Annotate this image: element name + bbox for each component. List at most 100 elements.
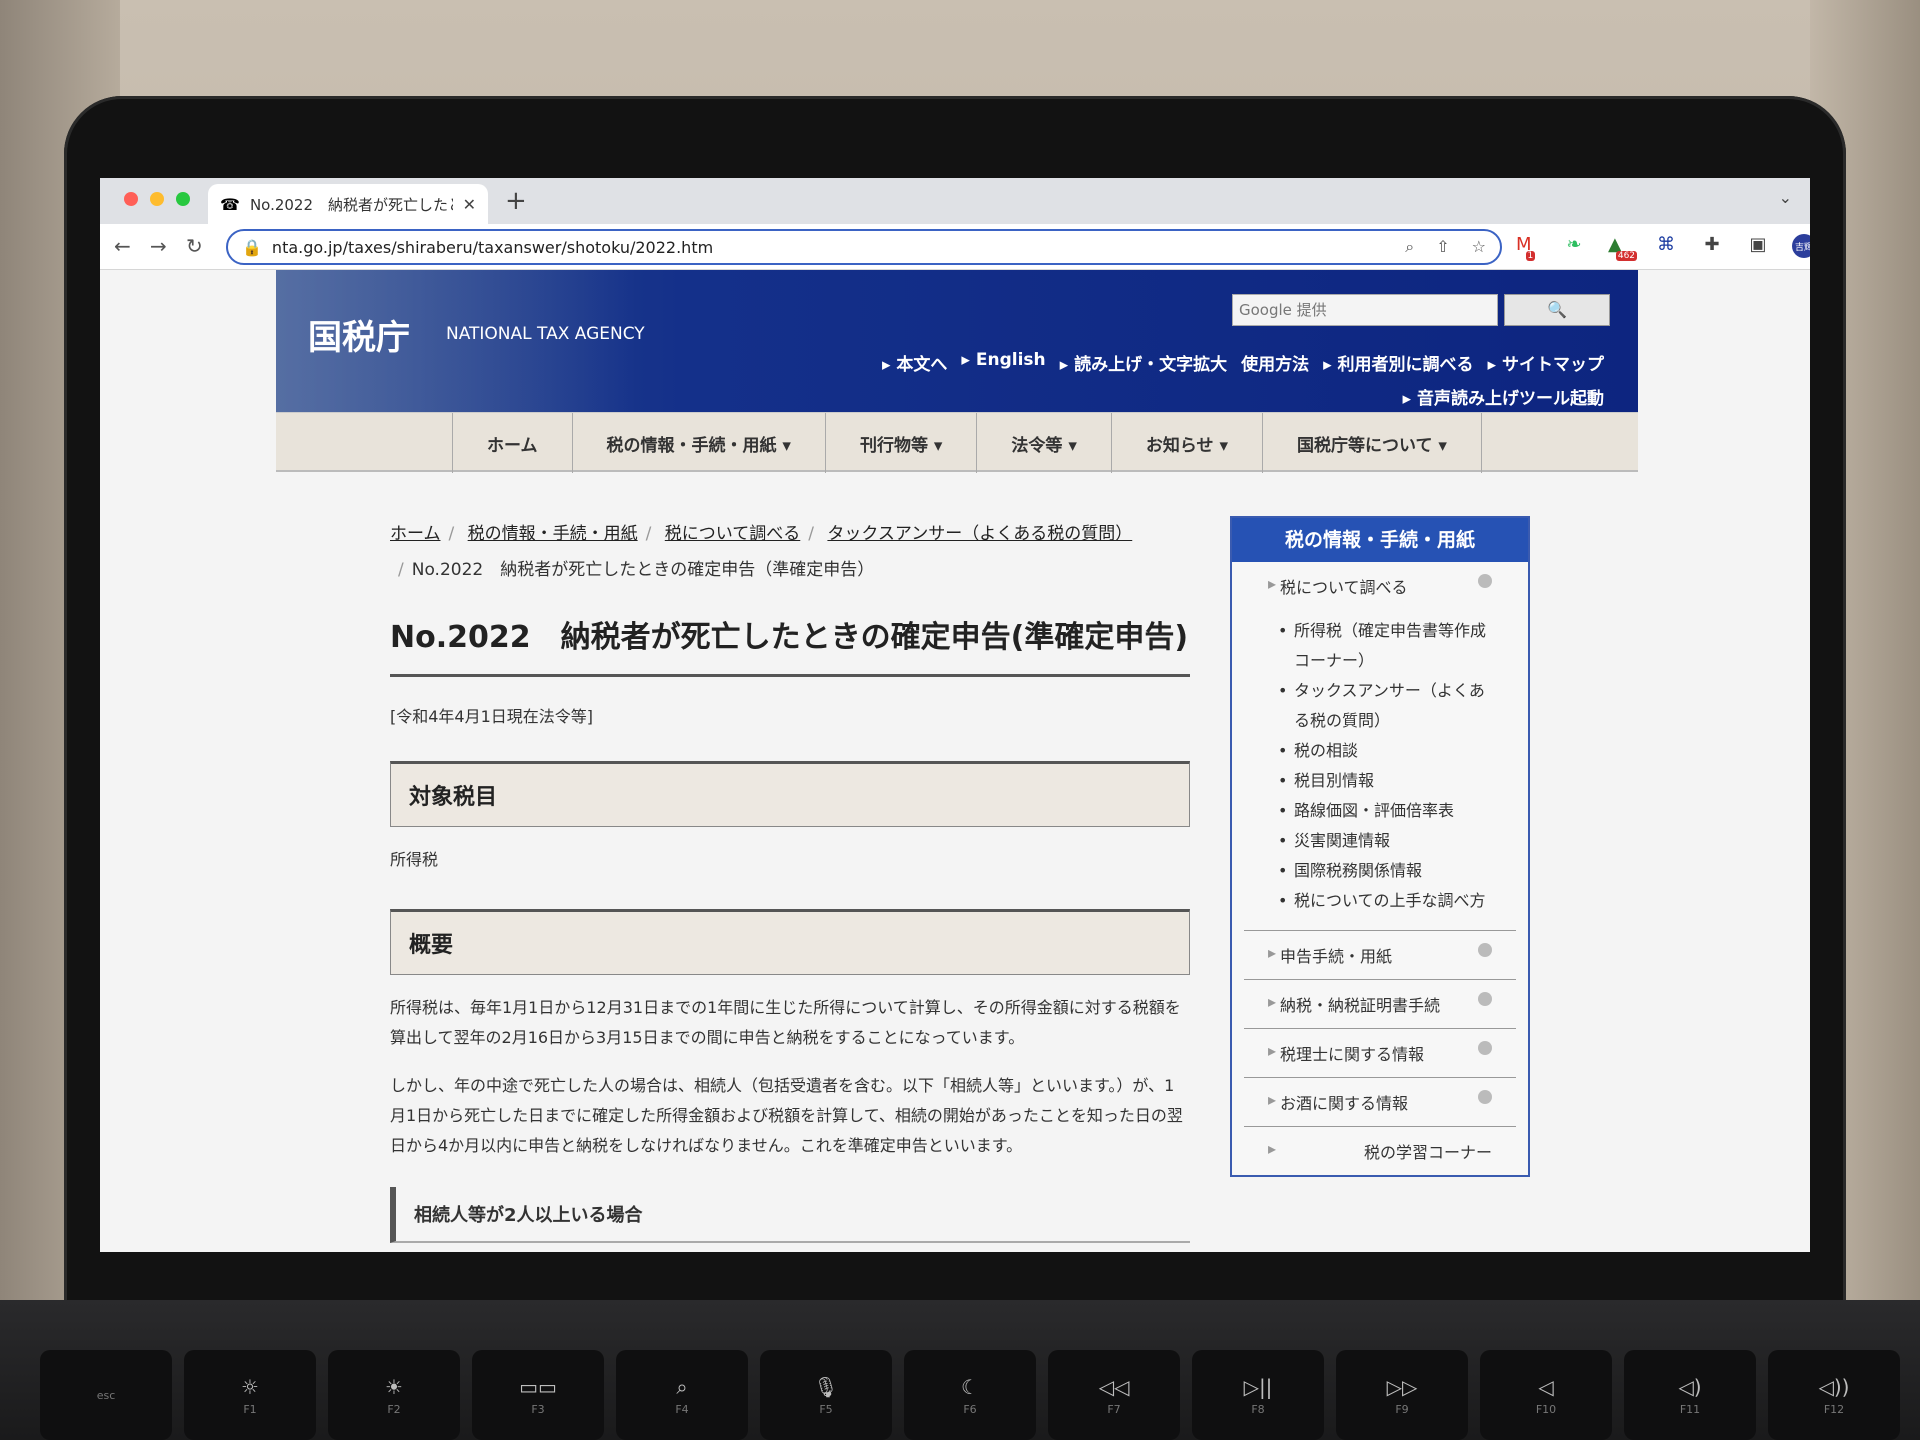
key-f9[interactable]: ▷▷ F9 xyxy=(1336,1350,1468,1440)
breadcrumb-taxanswer[interactable]: タックスアンサー（よくある税の質問） xyxy=(827,524,1132,544)
util-link-by-user[interactable]: 利用者別に調べる xyxy=(1323,350,1474,375)
gnav-home[interactable]: ホーム xyxy=(452,413,572,473)
mission-control-icon: ▭▭ xyxy=(519,1374,557,1399)
window-controls xyxy=(124,192,190,206)
maximize-window-button[interactable] xyxy=(176,192,190,206)
do-not-disturb-moon-icon: ☾ xyxy=(961,1374,979,1399)
gnav-about[interactable]: 国税庁等について ▾ xyxy=(1261,413,1482,473)
side-section-filing[interactable]: 申告手続・用紙 xyxy=(1244,931,1516,980)
key-f8[interactable]: ▷|| F8 xyxy=(1192,1350,1324,1440)
back-icon[interactable]: ← xyxy=(114,234,131,258)
page-title: No.2022 納税者が死亡したときの確定申告(準確定申告) xyxy=(390,612,1190,677)
tab-search-icon[interactable]: ⌄ xyxy=(1779,188,1792,207)
site-search-button[interactable]: 🔍 xyxy=(1504,294,1610,326)
breadcrumb-tax-info[interactable]: 税の情報・手続・用紙 xyxy=(468,524,638,544)
side-item-consultation[interactable]: 税の相談 xyxy=(1278,736,1496,766)
key-f1[interactable]: ☼ F1 xyxy=(184,1350,316,1440)
side-section-liquor[interactable]: お酒に関する情報 xyxy=(1244,1078,1516,1127)
side-item-disaster[interactable]: 災害関連情報 xyxy=(1278,826,1496,856)
extensions-bar: M1 ❧ ▲462 ⌘ ✚ ▣ 吉輝 ⋮ xyxy=(1516,234,1810,261)
close-window-button[interactable] xyxy=(124,192,138,206)
breadcrumb-home[interactable]: ホーム xyxy=(390,524,441,544)
new-tab-button[interactable]: + xyxy=(505,186,527,216)
util-link-english[interactable]: English xyxy=(961,350,1046,375)
gnav-news[interactable]: お知らせ ▾ xyxy=(1110,413,1262,473)
expand-icon[interactable] xyxy=(1478,992,1492,1006)
key-esc[interactable]: esc xyxy=(40,1350,172,1440)
minimize-window-button[interactable] xyxy=(150,192,164,206)
expand-icon[interactable] xyxy=(1478,1090,1492,1104)
breadcrumb: ホーム / 税の情報・手続・用紙 / 税について調べる / タックスアンサー（よくある… xyxy=(390,524,1133,580)
side-section-learning[interactable]: 税の学習コーナー xyxy=(1244,1127,1516,1175)
side-item-international[interactable]: 国際税務関係情報 xyxy=(1278,856,1496,886)
site-header: 国税庁 NATIONAL TAX AGENCY Google 提供 🔍 本文へ … xyxy=(276,270,1638,412)
side-section-filing-label: 申告手続・用紙 xyxy=(1280,947,1393,966)
gnav-laws[interactable]: 法令等 ▾ xyxy=(976,413,1110,473)
breadcrumb-research[interactable]: 税について調べる xyxy=(665,524,801,544)
main-content: ホーム / 税の情報・手続・用紙 / 税について調べる / タックスアンサー（よくある… xyxy=(390,516,1190,1243)
side-section-research[interactable]: 税について調べる xyxy=(1244,562,1516,610)
util-link-voice-tool[interactable]: 音声読み上げツール起動 xyxy=(1403,384,1604,409)
apps-extension-icon[interactable]: ⌘ xyxy=(1654,234,1678,258)
side-section-tax-accountant[interactable]: 税理士に関する情報 xyxy=(1244,1029,1516,1078)
side-item-by-tax[interactable]: 税目別情報 xyxy=(1278,766,1496,796)
gnav-publications[interactable]: 刊行物等 ▾ xyxy=(824,413,976,473)
share-icon[interactable]: ⇧ xyxy=(1436,237,1449,257)
side-nav-heading[interactable]: 税の情報・手続・用紙 xyxy=(1232,518,1528,562)
key-f3[interactable]: ▭▭ F3 xyxy=(472,1350,604,1440)
key-f12[interactable]: ◁)) F12 xyxy=(1768,1350,1900,1440)
overview-paragraph-2: しかし、年の中途で死亡した人の場合は、相続人（包括受遺者を含む。以下「相続人等」… xyxy=(390,1076,1183,1155)
spotlight-search-icon: ⌕ xyxy=(676,1374,688,1399)
browser-toolbar: ← → ↻ 🔒 nta.go.jp/taxes/shiraberu/taxans… xyxy=(100,224,1810,270)
key-f5[interactable]: 🎙 F5 xyxy=(760,1350,892,1440)
expand-icon[interactable] xyxy=(1478,943,1492,957)
tab-active[interactable]: ☎ No.2022 納税者が死亡したとき ✕ xyxy=(208,184,488,224)
function-key-row: esc ☼ F1 ☀ F2 ▭▭ F3 ⌕ F4 🎙 F5 ☾ F6 ◁◁ F7 ▷|| F8 … xyxy=(40,1350,1900,1440)
evernote-extension-icon[interactable]: ❧ xyxy=(1562,234,1586,258)
util-link-honbun[interactable]: 本文へ xyxy=(882,350,947,375)
favicon-icon: ☎ xyxy=(220,194,240,214)
util-link-yomiage[interactable]: 読み上げ・文字拡大 xyxy=(1060,350,1227,375)
url-text[interactable]: nta.go.jp/taxes/shiraberu/taxanswer/shot… xyxy=(272,238,1395,257)
browser-window: ☎ No.2022 納税者が死亡したとき ✕ + ⌄ ← → ↻ 🔒 nta.g… xyxy=(100,178,1810,1252)
site-search-input[interactable]: Google 提供 xyxy=(1232,294,1498,326)
key-f7[interactable]: ◁◁ F7 xyxy=(1048,1350,1180,1440)
puzzle-extensions-icon[interactable]: ✚ xyxy=(1700,234,1724,258)
side-panel-icon[interactable]: ▣ xyxy=(1746,234,1770,258)
reload-icon[interactable]: ↻ xyxy=(186,234,203,258)
heading-multiple-heirs: 相続人等が2人以上いる場合 xyxy=(390,1187,1190,1243)
lock-icon[interactable]: 🔒 xyxy=(242,238,262,257)
key-f11[interactable]: ◁) F11 xyxy=(1624,1350,1756,1440)
key-f4[interactable]: ⌕ F4 xyxy=(616,1350,748,1440)
key-f1-label: F1 xyxy=(243,1402,257,1416)
key-f10[interactable]: ◁ F10 xyxy=(1480,1350,1612,1440)
gnav-tax-info[interactable]: 税の情報・手続・用紙 ▾ xyxy=(571,413,825,473)
util-link-sitemap[interactable]: サイトマップ xyxy=(1488,350,1604,375)
key-f6[interactable]: ☾ F6 xyxy=(904,1350,1036,1440)
side-item-rosenka[interactable]: 路線価図・評価倍率表 xyxy=(1278,796,1496,826)
site-logo[interactable]: 国税庁 xyxy=(308,310,410,359)
zoom-icon[interactable]: ⌕ xyxy=(1405,237,1414,257)
key-f10-label: F10 xyxy=(1535,1402,1557,1416)
dictation-mic-icon: 🎙 xyxy=(813,1374,839,1399)
fast-forward-icon: ▷▷ xyxy=(1386,1374,1418,1399)
side-item-income-tax[interactable]: 所得税（確定申告書等作成コーナー） xyxy=(1278,616,1496,676)
side-item-taxanswer[interactable]: タックスアンサー（よくある税の質問） xyxy=(1278,676,1496,736)
side-section-payment[interactable]: 納税・納税証明書手続 xyxy=(1244,980,1516,1029)
key-f2[interactable]: ☀ F2 xyxy=(328,1350,460,1440)
brightness-down-icon: ☼ xyxy=(241,1374,259,1399)
tab-bar: ☎ No.2022 納税者が死亡したとき ✕ + ⌄ xyxy=(100,178,1810,224)
counter-extension-icon[interactable]: ▲462 xyxy=(1608,234,1638,261)
breadcrumb-current: No.2022 納税者が死亡したときの確定申告（準確定申告） xyxy=(411,560,875,580)
gmail-extension-icon[interactable]: M1 xyxy=(1516,234,1540,261)
bookmark-star-icon[interactable]: ☆ xyxy=(1472,237,1486,257)
collapse-icon[interactable] xyxy=(1478,574,1492,588)
volume-down-icon: ◁) xyxy=(1678,1374,1702,1399)
profile-avatar[interactable]: 吉輝 xyxy=(1792,234,1810,258)
util-link-usage[interactable]: 使用方法 xyxy=(1241,350,1309,375)
close-tab-icon[interactable]: ✕ xyxy=(463,195,476,214)
address-bar[interactable]: 🔒 nta.go.jp/taxes/shiraberu/taxanswer/sh… xyxy=(226,229,1502,265)
side-item-howto[interactable]: 税についての上手な調べ方 xyxy=(1278,886,1496,916)
expand-icon[interactable] xyxy=(1478,1041,1492,1055)
forward-icon[interactable]: → xyxy=(150,234,167,258)
